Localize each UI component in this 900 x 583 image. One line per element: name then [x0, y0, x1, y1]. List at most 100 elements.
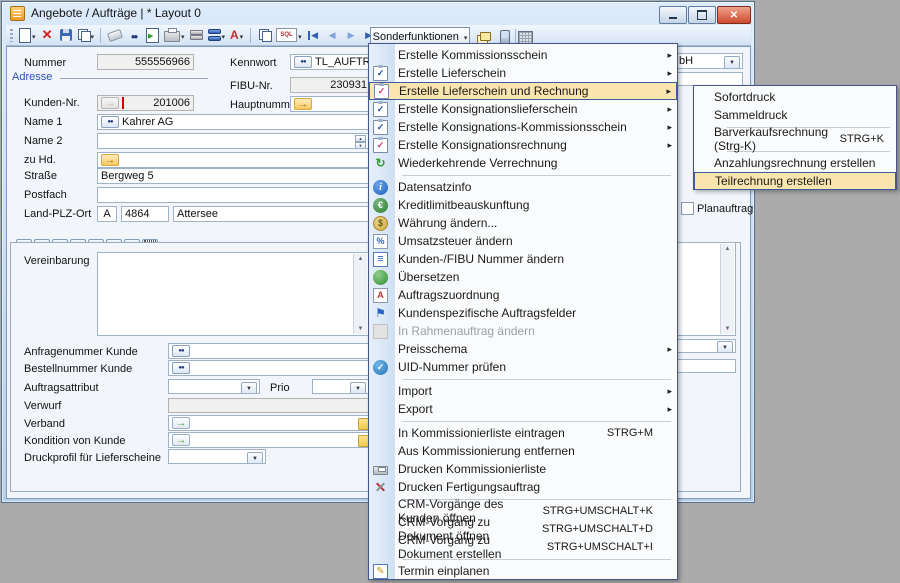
- copy-button[interactable]: [78, 26, 95, 44]
- name1-field[interactable]: Kahrer AG: [97, 114, 369, 130]
- menu-item[interactable]: Wiederkehrende Verrechnung ▸: [369, 154, 677, 172]
- vertical-scrollbar[interactable]: [720, 244, 734, 334]
- menu-item[interactable]: Erstelle Lieferschein ▸: [369, 64, 677, 82]
- menu-item[interactable]: Umsatzsteuer ändern ▸: [369, 232, 677, 250]
- zu-hd-field[interactable]: [97, 152, 369, 168]
- goto-arrow-icon[interactable]: [172, 434, 190, 446]
- menu-item[interactable]: Übersetzen ▸: [369, 268, 677, 286]
- submenu-item[interactable]: Sammeldruck: [694, 106, 896, 124]
- vereinbarung-label: Vereinbarung: [24, 255, 89, 267]
- submenu-item[interactable]: Sofortdruck: [694, 88, 896, 106]
- menu-item[interactable]: Erstelle Lieferschein und Rechnung ▸: [369, 82, 677, 100]
- menu-item[interactable]: In Kommissionierliste eintragen STRG+M ▸: [369, 424, 677, 442]
- menu-item[interactable]: Export ▸: [369, 400, 677, 418]
- kondition-field[interactable]: [168, 432, 369, 448]
- ort-field[interactable]: Attersee: [173, 206, 369, 222]
- menu-item-label: CRM-Vorgang zu Dokument erstellen: [391, 533, 547, 561]
- menu-item-label: Import: [391, 384, 432, 398]
- search-binoculars-icon[interactable]: [101, 116, 119, 128]
- dropdown-button[interactable]: [350, 382, 366, 394]
- import-button[interactable]: [145, 26, 160, 44]
- submenu-item[interactable]: Barverkaufsrechnung (Strg-K) STRG+K: [694, 130, 896, 148]
- menu-item[interactable]: Kunden-/FIBU Nummer ändern ▸: [369, 250, 677, 268]
- delete-button[interactable]: [40, 26, 55, 44]
- nummer-field[interactable]: 555556966: [97, 54, 194, 70]
- auftragsattribut-dropdown[interactable]: [168, 379, 260, 394]
- vertical-scrollbar[interactable]: [353, 254, 367, 334]
- menu-item[interactable]: Erstelle Konsignations-Kommissionsschein…: [369, 118, 677, 136]
- nav-next-button[interactable]: [344, 26, 359, 44]
- split-view-button[interactable]: [208, 26, 226, 44]
- minimize-button[interactable]: [659, 6, 687, 24]
- search-button[interactable]: [126, 26, 141, 44]
- menu-item[interactable]: Erstelle Konsignationslieferschein ▸: [369, 100, 677, 118]
- bestellnummer-field[interactable]: [168, 360, 369, 376]
- spinner-control[interactable]: ▲▼: [355, 135, 366, 148]
- eraser-button[interactable]: [107, 26, 122, 44]
- copy-pages-button[interactable]: [257, 26, 272, 44]
- search-binoculars-icon[interactable]: [294, 56, 312, 68]
- grid-icon: [518, 31, 533, 44]
- menu-item[interactable]: Auftragszuordnung ▸: [369, 286, 677, 304]
- goto-arrow-icon[interactable]: [172, 417, 190, 429]
- new-document-button[interactable]: [19, 26, 36, 44]
- dropdown-button[interactable]: [241, 382, 257, 394]
- kennwort-field[interactable]: TL_AUFTRAG: [290, 54, 370, 70]
- menu-item[interactable]: Aus Kommissionierung entfernen ▸: [369, 442, 677, 460]
- nav-first-button[interactable]: [306, 26, 321, 44]
- titlebar[interactable]: Angebote / Aufträge | * Layout 0: [2, 2, 754, 24]
- postfach-field[interactable]: [97, 187, 369, 203]
- submenu-item[interactable]: Teilrechnung erstellen: [694, 172, 896, 190]
- dropdown-button[interactable]: [717, 341, 733, 353]
- menu-item[interactable]: Drucken Kommissionierliste ▸: [369, 460, 677, 478]
- layers-button[interactable]: [189, 26, 204, 44]
- plz-field[interactable]: 4864: [121, 206, 169, 222]
- sql-button[interactable]: SQL: [276, 26, 302, 44]
- submenu-item-shortcut: STRG+K: [840, 133, 888, 145]
- fibu-nr-field[interactable]: 230931: [290, 77, 370, 93]
- toolbar-grip[interactable]: [10, 29, 13, 42]
- goto-arrow-icon[interactable]: [101, 154, 119, 166]
- planauftrag-checkbox[interactable]: [681, 202, 694, 215]
- nav-previous-button[interactable]: [325, 26, 340, 44]
- check-circle-icon: [373, 360, 388, 375]
- goto-arrow-icon[interactable]: [294, 98, 312, 110]
- font-color-button[interactable]: [229, 26, 244, 44]
- menu-item[interactable]: Währung ändern... ▸: [369, 214, 677, 232]
- vereinbarung-textarea[interactable]: [97, 252, 369, 336]
- menu-item[interactable]: Erstelle Konsignationsrechnung ▸: [369, 136, 677, 154]
- hauptnummer-field[interactable]: [290, 96, 370, 112]
- menu-item[interactable]: Termin einplanen ▸: [369, 562, 677, 580]
- kunden-nr-field[interactable]: 201006: [97, 95, 194, 111]
- menu-item[interactable]: Import ▸: [369, 382, 677, 400]
- dropdown-button[interactable]: [247, 452, 263, 464]
- menu-item[interactable]: Erstelle Kommissionsschein ▸: [369, 46, 677, 64]
- strasse-field[interactable]: Bergweg 5: [97, 168, 369, 184]
- menu-item[interactable]: Kundenspezifische Auftragsfelder ▸: [369, 304, 677, 322]
- search-binoculars-icon[interactable]: [172, 362, 190, 374]
- verwurf-field[interactable]: [168, 398, 369, 413]
- anfragenummer-field[interactable]: [168, 343, 369, 359]
- prio-dropdown[interactable]: [312, 379, 369, 394]
- menu-item[interactable]: CRM-Vorgang zu Dokument erstellen STRG+U…: [369, 538, 677, 556]
- menu-item[interactable]: Preisschema ▸: [369, 340, 677, 358]
- dropdown-caret-icon: [239, 26, 244, 44]
- submenu-item[interactable]: Anzahlungsrechnung erstellen: [694, 154, 896, 172]
- name2-field[interactable]: ▲▼: [97, 133, 369, 149]
- save-button[interactable]: [59, 26, 74, 44]
- land-field[interactable]: A: [97, 206, 117, 222]
- search-binoculars-icon[interactable]: [172, 345, 190, 357]
- druckprofil-dropdown[interactable]: [168, 449, 266, 464]
- dropdown-button[interactable]: [724, 56, 740, 69]
- menu-item[interactable]: Kreditlimitbeauskunftung ▸: [369, 196, 677, 214]
- print-button[interactable]: [164, 26, 185, 44]
- strasse-label: Straße: [24, 170, 57, 182]
- verband-field[interactable]: [168, 415, 369, 431]
- goto-arrow-icon[interactable]: [101, 97, 119, 109]
- close-button[interactable]: [717, 6, 751, 24]
- menu-item[interactable]: UID-Nummer prüfen ▸: [369, 358, 677, 376]
- menu-item[interactable]: Datensatzinfo ▸: [369, 178, 677, 196]
- menu-item[interactable]: In Rahmenauftrag ändern ▸: [369, 322, 677, 340]
- menu-item[interactable]: Drucken Fertigungsauftrag ▸: [369, 478, 677, 496]
- maximize-button[interactable]: [688, 6, 716, 24]
